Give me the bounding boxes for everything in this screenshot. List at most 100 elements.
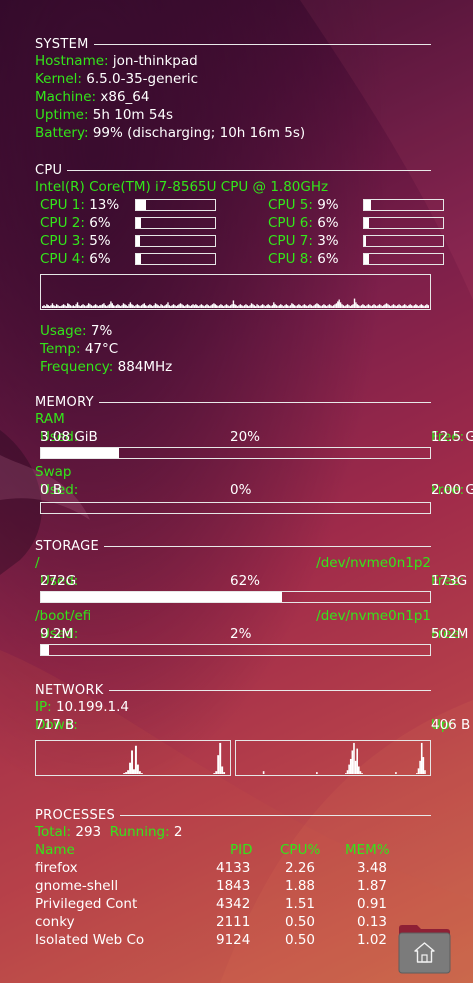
disk-efi-device: /dev/nvme0n1p1	[316, 608, 431, 624]
cpu-history-sample	[163, 306, 165, 308]
cpu-history-sample	[121, 305, 123, 308]
cpu-core-bar	[363, 235, 444, 247]
cpu-history-sample	[53, 305, 55, 308]
cpu-core-5: CPU 5: 9%	[268, 196, 444, 214]
cpu-history-sample	[363, 305, 365, 308]
cpu-history-sample	[362, 304, 364, 308]
cpu-history-sample	[355, 302, 357, 308]
cpu-history-sample	[69, 305, 72, 308]
cpu-history-sample	[140, 305, 143, 308]
cpu-history-sample	[359, 306, 361, 308]
storage-header: STORAGE	[35, 538, 431, 554]
cpu-history-sample	[291, 303, 293, 308]
cpu-history-sample	[339, 302, 342, 308]
cpu-history-sample	[332, 305, 335, 308]
cpu-history-sample	[100, 305, 102, 308]
cpu-history-sample	[384, 304, 386, 308]
ram-percent: 20%	[230, 429, 261, 445]
cpu-history-sample	[62, 304, 65, 308]
cpu-history-sample	[403, 304, 406, 308]
cpu-history-sample	[331, 306, 333, 308]
cpu-history-sample	[185, 305, 187, 308]
disk-efi-bar-fill	[41, 645, 49, 655]
cpu-history-sample	[78, 305, 80, 308]
cpu-history-sample	[376, 306, 378, 308]
upload-history-sample	[348, 764, 350, 774]
upload-history-sample	[422, 757, 425, 774]
upload-history-sample	[358, 766, 360, 774]
cpu-history-sample	[172, 304, 175, 308]
cpu-section: CPU Intel(R) Core(TM) i7-8565U CPU @ 1.8…	[35, 162, 444, 376]
cpu-history-sample	[288, 306, 290, 308]
cpu-history-sample	[253, 305, 255, 308]
cpu-history-sample	[360, 305, 363, 308]
cpu-history-sample	[86, 305, 88, 308]
cpu-history-sample	[133, 306, 136, 308]
upload-history-sample	[356, 748, 359, 774]
cpu-history-sample	[364, 306, 367, 308]
cpu-history-sample	[420, 304, 423, 308]
hostname-row: Hostname: jon-thinkpad	[35, 53, 198, 69]
cpu-core-bar-fill	[364, 236, 367, 246]
cpu-core-2: CPU 2: 6%	[40, 214, 216, 232]
cpu-history-sample	[55, 304, 58, 308]
cpu-usage-graph	[40, 274, 431, 310]
cpu-core-value: 9%	[317, 197, 339, 213]
machine-row: Machine: x86_64	[35, 89, 150, 105]
cpu-history-sample	[246, 305, 249, 308]
cpu-history-sample	[118, 305, 120, 308]
cpu-history-sample	[80, 305, 83, 308]
process-row: Isolated Web Co 9124 0.50 1.02	[35, 931, 431, 949]
cpu-history-sample	[324, 305, 326, 308]
cpu-history-sample	[157, 305, 159, 308]
cpu-history-sample	[335, 303, 338, 308]
upload-history-sample	[361, 773, 363, 774]
cpu-history-sample	[264, 306, 267, 308]
cpu-history-sample	[412, 306, 414, 308]
cpu-history-sample	[136, 304, 139, 308]
cpu-history-sample	[317, 304, 320, 308]
disk-efi-percent: 2%	[230, 626, 252, 642]
cpu-history-sample	[132, 305, 134, 308]
cpu-history-sample	[401, 306, 403, 308]
cpu-history-sample	[150, 305, 152, 308]
process-pid: 4133	[216, 860, 251, 876]
ram-stats-row: Used: 3.08 GiB 20% Free: 12.5 GiB	[35, 428, 473, 446]
cpu-core-bar	[135, 253, 216, 265]
process-running: 2	[173, 824, 183, 840]
cpu-history-sample	[277, 306, 279, 308]
download-history-sample	[136, 764, 139, 774]
storage-section: STORAGE / /dev/nvme0n1p2 Used: 272G 62% …	[35, 538, 468, 656]
cpu-core-value: 5%	[89, 233, 111, 249]
cpu-history-sample	[89, 304, 91, 308]
cpu-history-sample	[416, 305, 418, 308]
cpu-history-sample	[236, 306, 239, 308]
cpu-history-sample	[261, 304, 264, 308]
cpu-history-sample	[370, 306, 372, 308]
upload-history-sample	[359, 771, 362, 774]
cpu-history-sample	[273, 302, 275, 308]
cpu-history-sample	[168, 305, 171, 308]
cpu-history-sample	[44, 306, 47, 308]
process-row: conky 2111 0.50 0.13	[35, 913, 431, 931]
upload-history-sample	[349, 758, 352, 774]
process-table: firefox 4133 2.26 3.48 gnome-shell 1843 1.88 1.…	[35, 859, 431, 949]
cpu-history-sample	[65, 306, 68, 308]
process-pid: 1843	[216, 878, 251, 894]
home-folder-button[interactable]	[397, 924, 452, 974]
cpu-history-sample	[234, 304, 236, 308]
battery-row: Battery: 99% (discharging; 10h 16m 5s)	[35, 125, 306, 141]
cpu-history-sample	[309, 304, 311, 308]
kernel-value: 6.5.0-35-generic	[86, 71, 198, 87]
download-history-sample	[125, 772, 128, 774]
cpu-history-sample	[353, 298, 356, 308]
cpu-core-bar-fill	[136, 254, 141, 264]
cpu-history-sample	[216, 305, 218, 308]
cpu-history-sample	[413, 305, 416, 308]
cpu-history-sample	[192, 304, 194, 308]
cpu-history-sample	[76, 302, 79, 308]
process-row: firefox 4133 2.26 3.48	[35, 859, 431, 877]
cpu-core-bar	[363, 217, 444, 229]
cpu-core-value: 3%	[317, 233, 339, 249]
download-rate: 717 B	[35, 717, 75, 733]
